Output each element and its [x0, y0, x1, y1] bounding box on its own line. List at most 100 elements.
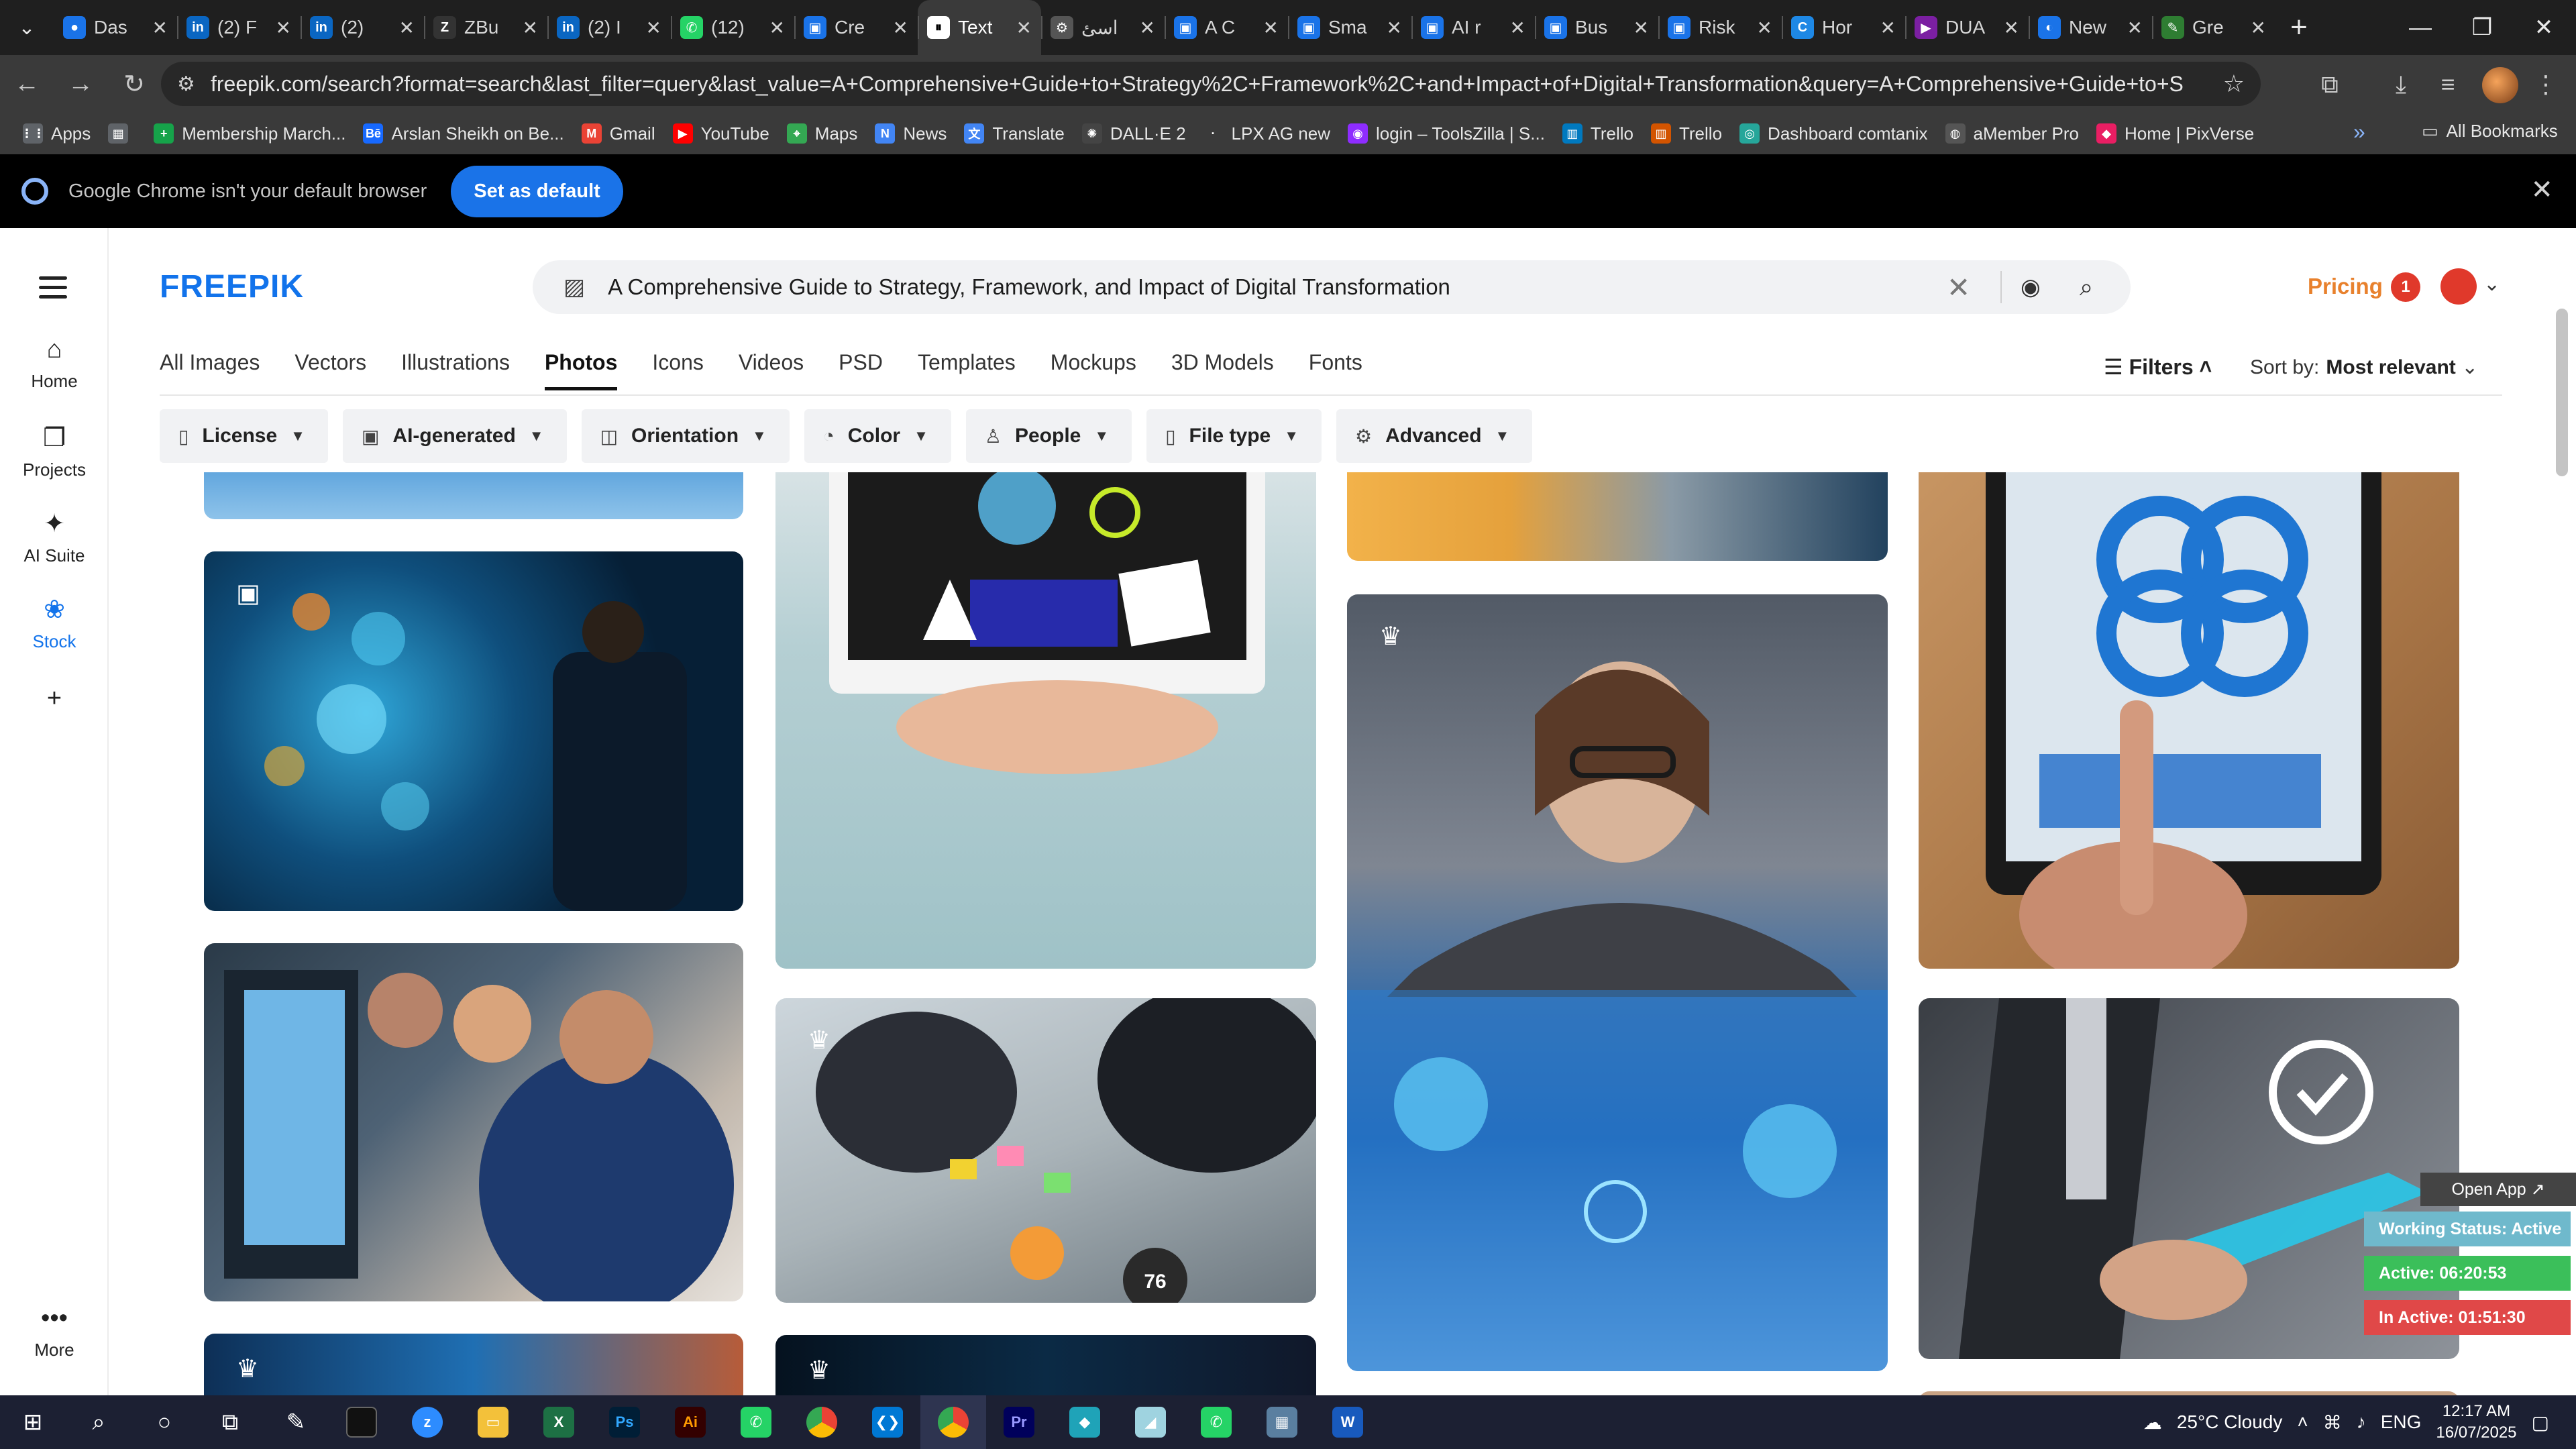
browser-tab[interactable]: ● Das ✕	[54, 0, 177, 55]
filter-chip[interactable]: ▯ File type ▼	[1146, 409, 1322, 463]
bookmark-item[interactable]: ◆ Home | PixVerse	[2096, 123, 2271, 144]
tab-close-icon[interactable]: ✕	[1387, 17, 1402, 39]
bookmark-star-icon[interactable]: ☆	[2223, 70, 2245, 98]
tab-close-icon[interactable]: ✕	[2127, 17, 2143, 39]
image-result[interactable]	[1347, 472, 1888, 561]
bookmark-item[interactable]: ▶ YouTube	[672, 123, 787, 144]
camera-search-icon[interactable]: ◉	[2021, 274, 2041, 301]
search-bar[interactable]: ▨ A Comprehensive Guide to Strategy, Fra…	[533, 260, 2131, 314]
open-app-button[interactable]: Open App ↗	[2420, 1173, 2576, 1206]
image-result[interactable]: ▣	[204, 551, 743, 911]
filter-chip[interactable]: ▣ AI-generated ▼	[342, 409, 567, 463]
filter-chip[interactable]: ◫ Orientation ▼	[581, 409, 790, 463]
task-view-icon[interactable]: ⧉	[197, 1395, 263, 1449]
browser-tab[interactable]: ▣ Sma ✕	[1288, 0, 1411, 55]
tab-close-icon[interactable]: ✕	[1880, 17, 1896, 39]
asset-type-tab[interactable]: Fonts	[1309, 350, 1362, 390]
browser-tab[interactable]: ✎ Gre ✕	[2152, 0, 2275, 55]
chevron-down-icon[interactable]: ⌄	[2483, 272, 2500, 296]
search-input[interactable]: A Comprehensive Guide to Strategy, Frame…	[608, 274, 1450, 300]
browser-tab[interactable]: ⚙ اسئ ✕	[1041, 0, 1165, 55]
chrome-icon[interactable]	[789, 1395, 855, 1449]
cortana-icon[interactable]: ○	[131, 1395, 197, 1449]
browser-tab[interactable]: ▣ AI r ✕	[1411, 0, 1535, 55]
bookmarks-overflow-icon[interactable]: »	[2353, 119, 2365, 144]
tab-close-icon[interactable]: ✕	[1510, 17, 1525, 39]
file-explorer-icon[interactable]: ▭	[460, 1395, 526, 1449]
tab-close-icon[interactable]: ✕	[2004, 17, 2019, 39]
browser-tab[interactable]: ▶ DUA ✕	[1905, 0, 2029, 55]
windows-start-icon[interactable]: ⊞	[0, 1395, 66, 1449]
pricing-link[interactable]: Pricing	[2308, 274, 2383, 299]
extensions-icon[interactable]: ⧉	[2306, 64, 2353, 105]
browser-tab[interactable]: ✆ (12) ✕	[671, 0, 794, 55]
browser-tab[interactable]: ◐ New ✕	[2029, 0, 2152, 55]
bookmark-item[interactable]: 文 Translate	[964, 123, 1081, 144]
set-as-default-button[interactable]: Set as default	[451, 165, 623, 217]
tab-close-icon[interactable]: ✕	[152, 17, 168, 39]
bookmark-item[interactable]: M Gmail	[581, 123, 673, 144]
filters-button[interactable]: ☰ Filters ˄	[2104, 354, 2212, 380]
tab-close-icon[interactable]: ✕	[1633, 17, 1649, 39]
volume-icon[interactable]: ♪	[2357, 1411, 2366, 1433]
asset-type-tab[interactable]: 3D Models	[1171, 350, 1274, 390]
excel-icon[interactable]: X	[526, 1395, 592, 1449]
banner-close-icon[interactable]: ✕	[2530, 174, 2553, 205]
back-icon[interactable]: ←	[0, 55, 54, 113]
tab-close-icon[interactable]: ✕	[646, 17, 661, 39]
asset-type-tab[interactable]: Videos	[739, 350, 804, 390]
bookmark-item[interactable]: ◎ Dashboard comtanix	[1739, 123, 1945, 144]
browser-tab[interactable]: in (2) ✕	[301, 0, 424, 55]
site-info-icon[interactable]: ⚙	[177, 72, 211, 96]
asset-type-tab[interactable]: Photos	[544, 350, 618, 390]
vscode-icon[interactable]: ❮❯	[855, 1395, 920, 1449]
browser-tab[interactable]: ⏸ Text ✕	[918, 0, 1041, 55]
app-icon[interactable]: ◆	[1052, 1395, 1118, 1449]
browser-tab[interactable]: ▣ A C ✕	[1165, 0, 1288, 55]
all-bookmarks[interactable]: ▭ All Bookmarks	[2422, 121, 2558, 142]
hamburger-menu-icon[interactable]	[39, 276, 67, 305]
reload-icon[interactable]: ↻	[107, 55, 161, 113]
browser-tab[interactable]: Z ZBu ✕	[424, 0, 547, 55]
bookmark-item[interactable]: ◉ login – ToolsZilla | S...	[1347, 123, 1562, 144]
network-icon[interactable]: ⌘	[2323, 1411, 2342, 1434]
asset-type-tab[interactable]: All Images	[160, 350, 260, 390]
filter-chip[interactable]: ⚙ Advanced ▼	[1336, 409, 1533, 463]
bookmark-item[interactable]: Bē Arslan Sheikh on Be...	[363, 123, 581, 144]
terminal-icon[interactable]	[329, 1395, 394, 1449]
filter-chip[interactable]: ▯ License ▼	[160, 409, 328, 463]
tab-close-icon[interactable]: ✕	[1263, 17, 1279, 39]
language-indicator[interactable]: ENG	[2381, 1411, 2422, 1433]
page-scrollbar[interactable]	[2556, 309, 2568, 476]
left-nav-item[interactable]: ⌂ Home	[0, 335, 109, 392]
whatsapp-icon[interactable]: ✆	[723, 1395, 789, 1449]
search-icon[interactable]: ⌕	[2080, 273, 2093, 302]
browser-tab[interactable]: in (2) F ✕	[177, 0, 301, 55]
clock[interactable]: 12:17 AM 16/07/2025	[2436, 1401, 2516, 1444]
chrome-menu-icon[interactable]: ⋮	[2522, 64, 2569, 105]
bookmark-item[interactable]: ▥ Trello	[1562, 123, 1651, 144]
tab-close-icon[interactable]: ✕	[769, 17, 785, 39]
bookmark-item[interactable]: ▦	[108, 123, 154, 144]
download-icon[interactable]: ⤓	[2377, 64, 2424, 105]
image-result[interactable]: ♛ 76	[775, 998, 1316, 1303]
image-result[interactable]	[204, 472, 743, 519]
tab-close-icon[interactable]: ✕	[1757, 17, 1772, 39]
tab-close-icon[interactable]: ✕	[1140, 17, 1155, 39]
chrome-active-icon[interactable]	[920, 1395, 986, 1449]
bookmark-item[interactable]: + Membership March...	[154, 123, 363, 144]
filter-chip[interactable]: ♙ People ▼	[965, 409, 1132, 463]
word-icon[interactable]: W	[1315, 1395, 1381, 1449]
whatsapp-icon[interactable]: ✆	[1183, 1395, 1249, 1449]
image-result[interactable]	[1919, 472, 2459, 969]
bookmark-item[interactable]: ◍ aMember Pro	[1945, 123, 2097, 144]
browser-tab[interactable]: in (2) I ✕	[547, 0, 671, 55]
chevron-up-icon[interactable]: ˄	[2297, 1411, 2308, 1433]
bookmark-item[interactable]: ⋮⋮ Apps	[21, 123, 108, 144]
asset-type-tab[interactable]: Mockups	[1051, 350, 1136, 390]
notification-icon[interactable]: ▢	[2532, 1411, 2549, 1434]
asset-type-tab[interactable]: Illustrations	[401, 350, 510, 390]
media-control-icon[interactable]: ≡	[2424, 64, 2471, 105]
filter-chip[interactable]: ◔ Color ▼	[804, 409, 951, 463]
tab-close-icon[interactable]: ✕	[2251, 17, 2266, 39]
